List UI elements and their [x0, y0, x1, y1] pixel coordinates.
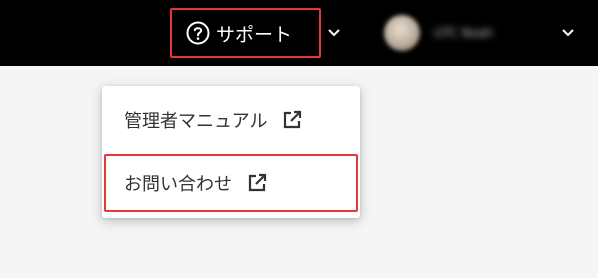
support-label: サポート: [216, 23, 293, 46]
menu-item-contact[interactable]: お問い合わせ: [104, 154, 358, 212]
menu-item-label: お問い合わせ: [124, 174, 232, 195]
support-menu-button[interactable]: サポート: [170, 8, 321, 58]
chevron-down-icon[interactable]: [326, 24, 342, 40]
external-link-icon: [246, 172, 268, 194]
user-name: UTC Noah: [434, 26, 493, 40]
help-circle-icon: [186, 21, 210, 45]
menu-item-admin-manual[interactable]: 管理者マニュアル: [102, 96, 360, 144]
menu-item-label: 管理者マニュアル: [124, 111, 268, 132]
support-dropdown-menu: 管理者マニュアル お問い合わせ: [102, 86, 360, 218]
chevron-down-icon[interactable]: [560, 24, 576, 40]
avatar[interactable]: [384, 15, 420, 51]
top-navigation-bar: サポート UTC Noah: [0, 0, 598, 66]
user-menu[interactable]: UTC Noah: [384, 10, 524, 56]
external-link-icon: [281, 109, 303, 131]
